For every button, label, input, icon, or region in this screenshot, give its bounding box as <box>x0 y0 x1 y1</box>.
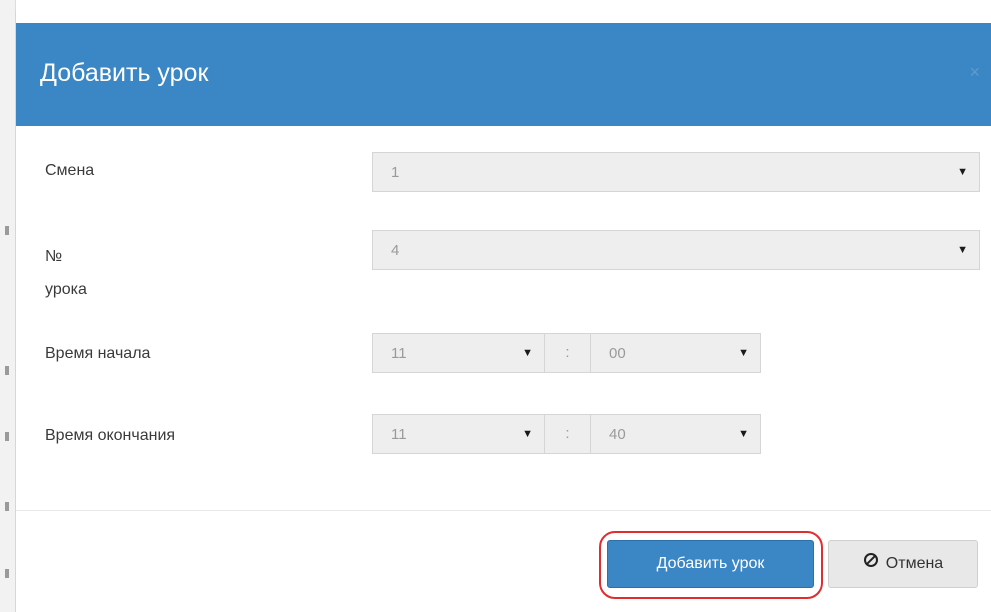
end-minute-select[interactable]: 40 ▼ <box>590 414 761 454</box>
lesson-number-select[interactable]: 4 ▼ <box>372 230 980 270</box>
chevron-down-icon: ▼ <box>738 347 749 359</box>
chevron-down-icon: ▼ <box>522 428 533 440</box>
edge-mark <box>5 432 9 441</box>
chevron-down-icon: ▼ <box>957 244 968 256</box>
end-hour-value: 11 <box>391 426 407 443</box>
end-hour-select[interactable]: 11 ▼ <box>372 414 545 454</box>
cancel-button-label: Отмена <box>885 555 944 573</box>
start-hour-select[interactable]: 11 ▼ <box>372 333 545 373</box>
lesson-number-label-line2: урока <box>45 281 87 298</box>
cancel-button[interactable]: Отмена <box>828 540 978 588</box>
add-lesson-button[interactable]: Добавить урок <box>607 540 814 588</box>
edge-mark <box>5 569 9 578</box>
lesson-number-select-value: 4 <box>391 242 400 259</box>
chevron-down-icon: ▼ <box>957 166 968 178</box>
end-time-separator: : <box>545 414 590 454</box>
shift-label: Смена <box>45 162 95 179</box>
dialog-header: Добавить урок × <box>16 23 991 126</box>
chevron-down-icon: ▼ <box>738 428 749 440</box>
footer-divider <box>16 510 991 511</box>
end-minute-value: 40 <box>609 426 626 443</box>
shift-select[interactable]: 1 ▼ <box>372 152 980 192</box>
lesson-number-label-line1: № <box>45 248 63 265</box>
close-icon[interactable]: × <box>969 63 980 81</box>
dialog-title: Добавить урок <box>40 59 209 87</box>
edge-mark <box>5 366 9 375</box>
shift-select-value: 1 <box>391 164 400 181</box>
edge-mark <box>5 502 9 511</box>
start-hour-value: 11 <box>391 345 407 362</box>
background-top <box>0 0 991 11</box>
ban-icon <box>863 541 879 587</box>
start-time-label: Время начала <box>45 345 151 362</box>
edge-mark <box>5 226 9 235</box>
start-minute-value: 00 <box>609 345 626 362</box>
end-time-label: Время окончания <box>45 427 176 444</box>
background-page-edge <box>0 0 16 612</box>
start-time-separator: : <box>545 333 590 373</box>
add-lesson-dialog: Добавить урок × Смена 1 ▼ № урока 4 ▼ Вр… <box>15 11 991 612</box>
start-minute-select[interactable]: 00 ▼ <box>590 333 761 373</box>
chevron-down-icon: ▼ <box>522 347 533 359</box>
